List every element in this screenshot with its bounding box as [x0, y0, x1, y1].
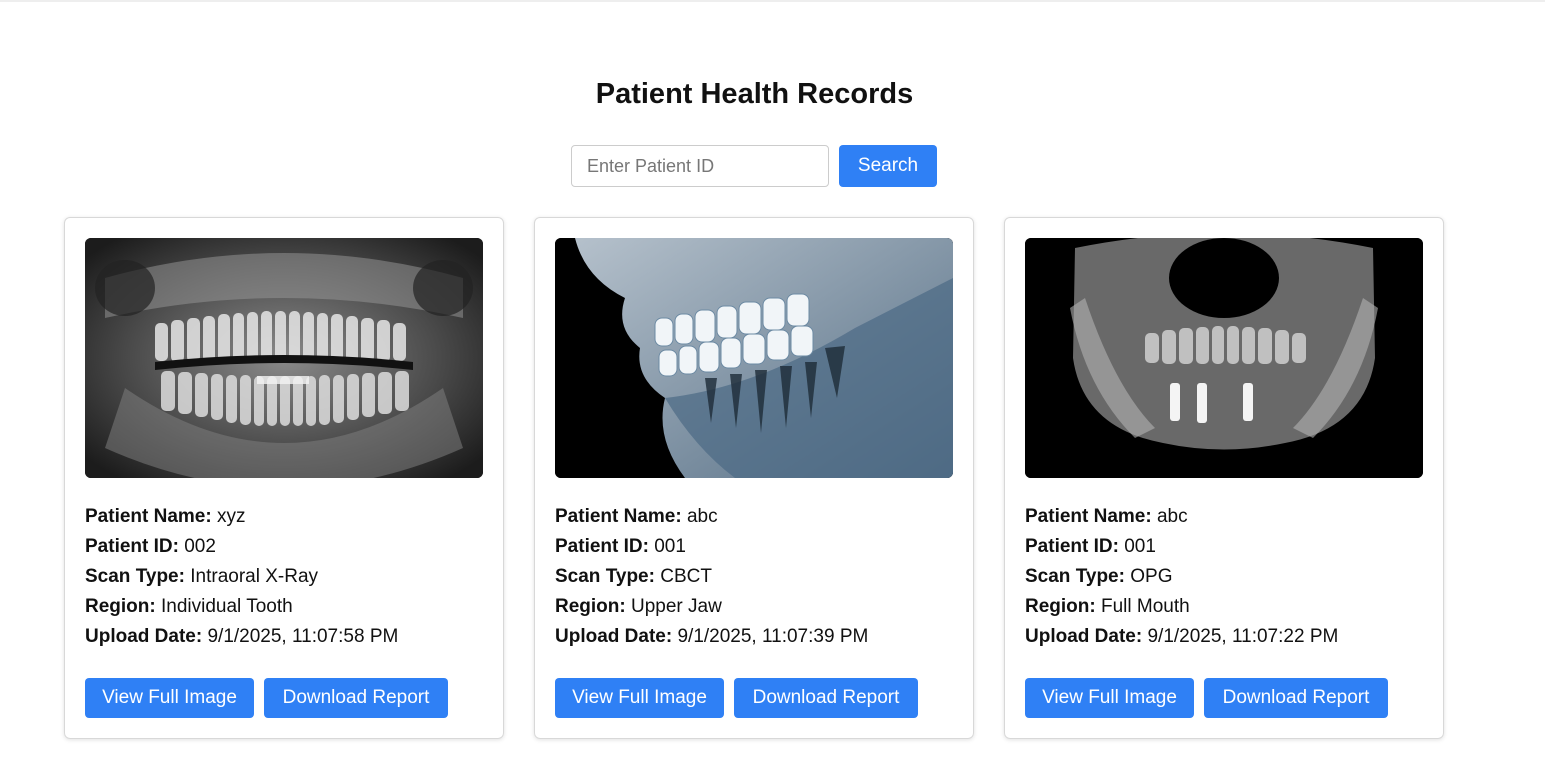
patient-name-value: xyz — [216, 506, 246, 527]
search-input[interactable] — [571, 145, 829, 187]
scan-type-label: Scan Type: — [85, 566, 185, 587]
upload-date-row: Upload Date: 9/1/2025, 11:07:58 PM — [85, 622, 483, 652]
download-report-button[interactable]: Download Report — [1204, 678, 1388, 718]
patient-name-label: Patient Name: — [85, 506, 212, 527]
download-report-button[interactable]: Download Report — [264, 678, 448, 718]
patient-name-label: Patient Name: — [1025, 506, 1152, 527]
card-actions: View Full Image Download Report — [1025, 678, 1388, 718]
patient-id-value: 001 — [1124, 536, 1156, 557]
scan-type-value: Intraoral X-Ray — [190, 566, 319, 587]
card-actions: View Full Image Download Report — [555, 678, 918, 718]
scan-type-row: Scan Type: Intraoral X-Ray — [85, 562, 483, 592]
patient-name-row: Patient Name: xyz — [85, 502, 483, 532]
record-card: Patient Name: abc Patient ID: 001 Scan T… — [1004, 217, 1444, 739]
patient-name-value: abc — [1156, 506, 1188, 527]
upload-date-label: Upload Date: — [85, 626, 203, 647]
record-details: Patient Name: xyz Patient ID: 002 Scan T… — [85, 502, 483, 652]
record-details: Patient Name: abc Patient ID: 001 Scan T… — [1025, 502, 1423, 652]
patient-id-value: 001 — [654, 536, 686, 557]
scan-type-value: CBCT — [660, 566, 712, 587]
upload-date-label: Upload Date: — [555, 626, 673, 647]
records-list: Patient Name: xyz Patient ID: 002 Scan T… — [64, 217, 1444, 739]
patient-id-label: Patient ID: — [85, 536, 179, 557]
record-details: Patient Name: abc Patient ID: 001 Scan T… — [555, 502, 953, 652]
upload-date-value: 9/1/2025, 11:07:58 PM — [207, 626, 399, 647]
search-bar: Search — [571, 145, 937, 187]
patient-id-value: 002 — [184, 536, 216, 557]
view-full-image-button[interactable]: View Full Image — [85, 678, 254, 718]
panoramic-xray-image — [85, 238, 483, 478]
view-full-image-button[interactable]: View Full Image — [555, 678, 724, 718]
scan-type-label: Scan Type: — [555, 566, 655, 587]
patient-name-value: abc — [686, 506, 718, 527]
upload-date-value: 9/1/2025, 11:07:22 PM — [1147, 626, 1339, 647]
patient-id-row: Patient ID: 001 — [1025, 532, 1423, 562]
region-value: Individual Tooth — [161, 596, 293, 617]
view-full-image-button[interactable]: View Full Image — [1025, 678, 1194, 718]
scan-type-label: Scan Type: — [1025, 566, 1125, 587]
region-value: Upper Jaw — [631, 596, 722, 617]
upload-date-row: Upload Date: 9/1/2025, 11:07:22 PM — [1025, 622, 1423, 652]
upload-date-value: 9/1/2025, 11:07:39 PM — [677, 626, 869, 647]
record-card: Patient Name: abc Patient ID: 001 Scan T… — [534, 217, 974, 739]
scan-type-row: Scan Type: CBCT — [555, 562, 953, 592]
upload-date-label: Upload Date: — [1025, 626, 1143, 647]
patient-name-label: Patient Name: — [555, 506, 682, 527]
patient-name-row: Patient Name: abc — [1025, 502, 1423, 532]
card-actions: View Full Image Download Report — [85, 678, 448, 718]
record-card: Patient Name: xyz Patient ID: 002 Scan T… — [64, 217, 504, 739]
patient-name-row: Patient Name: abc — [555, 502, 953, 532]
region-label: Region: — [555, 596, 626, 617]
patient-id-row: Patient ID: 002 — [85, 532, 483, 562]
upload-date-row: Upload Date: 9/1/2025, 11:07:39 PM — [555, 622, 953, 652]
scan-type-row: Scan Type: OPG — [1025, 562, 1423, 592]
patient-id-label: Patient ID: — [1025, 536, 1119, 557]
region-value: Full Mouth — [1101, 596, 1190, 617]
region-row: Region: Individual Tooth — [85, 592, 483, 622]
region-row: Region: Full Mouth — [1025, 592, 1423, 622]
download-report-button[interactable]: Download Report — [734, 678, 918, 718]
patient-id-row: Patient ID: 001 — [555, 532, 953, 562]
patient-id-label: Patient ID: — [555, 536, 649, 557]
page-title: Patient Health Records — [595, 78, 914, 110]
region-label: Region: — [85, 596, 156, 617]
scan-type-value: OPG — [1130, 566, 1173, 587]
side-jaw-xray-image — [555, 238, 953, 478]
region-label: Region: — [1025, 596, 1096, 617]
search-button[interactable]: Search — [839, 145, 937, 187]
top-divider — [0, 0, 1545, 2]
region-row: Region: Upper Jaw — [555, 592, 953, 622]
frontal-skull-xray-image — [1025, 238, 1423, 478]
